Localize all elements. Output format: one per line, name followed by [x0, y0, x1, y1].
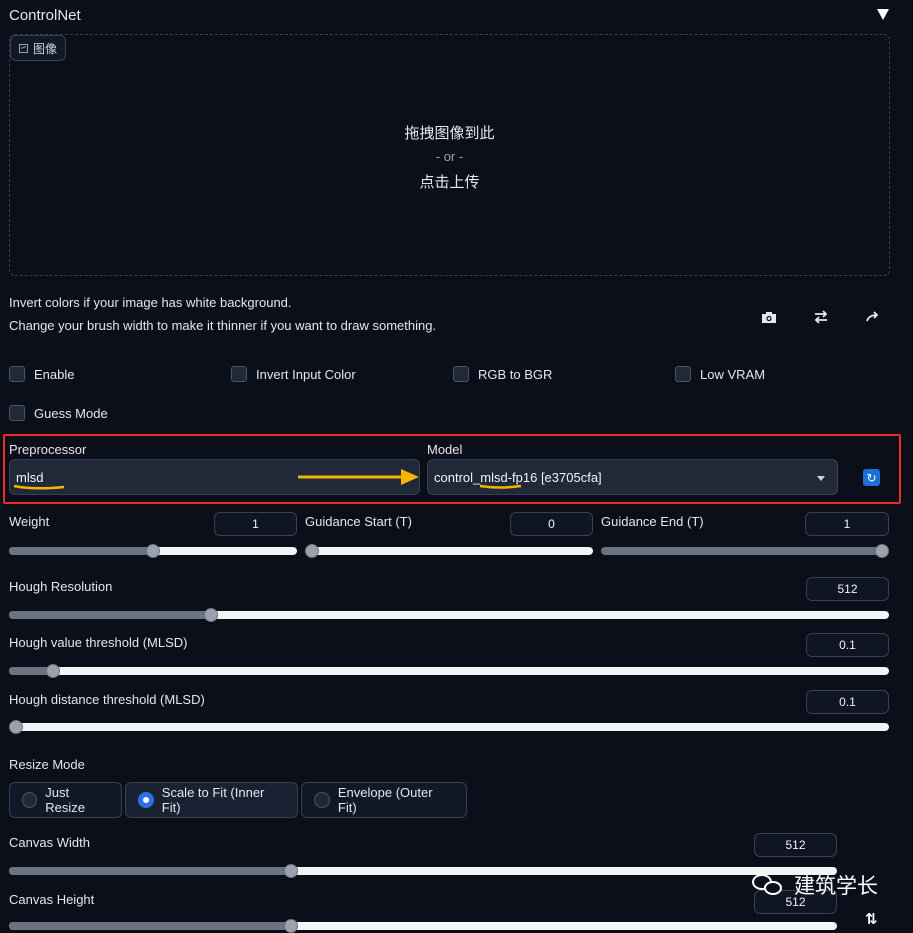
wechat-logo-icon [752, 872, 784, 898]
hough-distance-slider[interactable] [9, 720, 889, 734]
guidance-start-slider[interactable] [305, 544, 593, 558]
guidance-end-label: Guidance End (T) [601, 514, 704, 529]
resize-option-scale-to-fit[interactable]: Scale to Fit (Inner Fit) [125, 782, 298, 818]
slider-thumb[interactable] [146, 544, 160, 558]
radio-dot[interactable] [314, 792, 330, 808]
watermark: 建筑学长 [752, 870, 878, 900]
underline-mark [479, 484, 522, 489]
slider-thumb[interactable] [305, 544, 319, 558]
resize-option-just-resize[interactable]: Just Resize [9, 782, 122, 818]
canvas-width-slider[interactable] [9, 864, 837, 878]
sort-icon[interactable]: ⇅ [865, 910, 878, 928]
slider-fill [9, 867, 291, 875]
hough-resolution-input[interactable]: 512 [806, 577, 889, 601]
slider-track[interactable] [9, 667, 889, 675]
hough-value-slider[interactable] [9, 664, 889, 678]
slider-thumb[interactable] [9, 720, 23, 734]
resize-option-label: Envelope (Outer Fit) [337, 785, 433, 815]
slider-track[interactable] [9, 922, 837, 930]
weight-input[interactable]: 1 [214, 512, 297, 536]
hough-distance-input[interactable]: 0.1 [806, 690, 889, 714]
slider-track[interactable] [601, 547, 889, 555]
canvas-width-label: Canvas Width [9, 835, 90, 850]
watermark-text: 建筑学长 [794, 874, 878, 898]
radio-dot-selected[interactable] [138, 792, 154, 808]
arrow-head-icon [401, 469, 419, 485]
resize-mode-label: Resize Mode [9, 757, 85, 772]
canvas-width-input[interactable]: 512 [754, 833, 837, 857]
hough-resolution-label: Hough Resolution [9, 579, 113, 594]
slider-fill [9, 547, 153, 555]
hough-resolution-slider[interactable] [9, 608, 889, 622]
weight-slider[interactable] [9, 544, 297, 558]
slider-track[interactable] [9, 867, 837, 875]
weight-label: Weight [9, 514, 50, 529]
slider-thumb[interactable] [46, 664, 60, 678]
hough-distance-label: Hough distance threshold (MLSD) [9, 692, 205, 707]
slider-fill [9, 611, 212, 619]
slider-thumb[interactable] [875, 544, 889, 558]
hough-value-input[interactable]: 0.1 [806, 633, 889, 657]
resize-option-envelope[interactable]: Envelope (Outer Fit) [301, 782, 467, 818]
resize-option-label: Just Resize [45, 785, 86, 815]
guidance-end-input[interactable]: 1 [805, 512, 889, 536]
radio-dot[interactable] [22, 792, 38, 808]
hough-value-label: Hough value threshold (MLSD) [9, 635, 188, 650]
underline-mark [13, 484, 65, 490]
guidance-start-input[interactable]: 0 [510, 512, 593, 536]
canvas-height-label: Canvas Height [9, 892, 95, 907]
guidance-start-label: Guidance Start (T) [305, 514, 412, 529]
guidance-end-slider[interactable] [601, 544, 889, 558]
slider-fill [9, 922, 291, 930]
slider-track[interactable] [9, 611, 889, 619]
slider-fill [601, 547, 889, 555]
slider-track[interactable] [9, 723, 889, 731]
slider-thumb[interactable] [283, 864, 298, 878]
slider-thumb[interactable] [204, 608, 219, 622]
slider-track[interactable] [305, 547, 593, 555]
resize-option-label: Scale to Fit (Inner Fit) [161, 785, 265, 815]
